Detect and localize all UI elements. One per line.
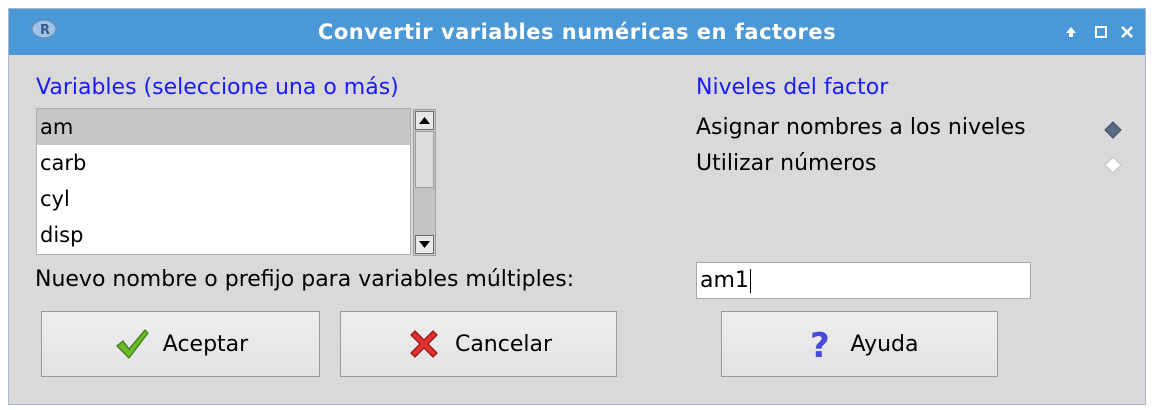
name-field-label: Nuevo nombre o prefijo para variables mú… xyxy=(35,267,575,292)
help-button[interactable]: ? Ayuda xyxy=(721,311,998,377)
window-title: Convertir variables numéricas en factore… xyxy=(317,20,837,44)
list-item[interactable]: carb xyxy=(37,145,410,181)
dialog-window: R Convertir variables numéricas en facto… xyxy=(8,8,1146,405)
radio-names[interactable] xyxy=(1102,119,1124,141)
close-icon[interactable] xyxy=(1117,22,1137,42)
ok-button[interactable]: Aceptar xyxy=(41,311,320,377)
variables-listbox[interactable]: am carb cyl disp xyxy=(36,108,411,255)
scroll-up-icon[interactable] xyxy=(415,111,434,130)
radio-label-names[interactable]: Asignar nombres a los niveles xyxy=(696,115,1026,140)
text-caret xyxy=(749,269,751,293)
variables-label: Variables (seleccione una o más) xyxy=(36,75,399,100)
restore-icon[interactable] xyxy=(1091,22,1111,42)
cancel-button[interactable]: Cancelar xyxy=(340,311,617,377)
question-icon: ? xyxy=(801,325,839,363)
scroll-down-icon[interactable] xyxy=(415,235,434,254)
scroll-thumb[interactable] xyxy=(415,131,434,188)
radio-numbers[interactable] xyxy=(1102,154,1124,176)
name-input-value: am1 xyxy=(700,268,749,293)
maximize-icon[interactable] xyxy=(1061,22,1081,42)
list-item[interactable]: disp xyxy=(37,217,410,253)
name-input[interactable]: am1 xyxy=(696,262,1031,299)
list-item[interactable]: cyl xyxy=(37,181,410,217)
cancel-button-label: Cancelar xyxy=(454,331,553,357)
x-icon xyxy=(405,325,443,363)
title-bar[interactable]: R Convertir variables numéricas en facto… xyxy=(9,9,1145,55)
list-item[interactable]: am xyxy=(37,109,410,145)
levels-label: Niveles del factor xyxy=(696,75,889,100)
svg-text:?: ? xyxy=(810,326,830,362)
ok-button-label: Aceptar xyxy=(162,331,249,357)
variables-scrollbar[interactable] xyxy=(413,109,436,256)
help-button-label: Ayuda xyxy=(850,331,919,357)
check-icon xyxy=(113,325,151,363)
radio-label-numbers[interactable]: Utilizar números xyxy=(696,151,876,176)
